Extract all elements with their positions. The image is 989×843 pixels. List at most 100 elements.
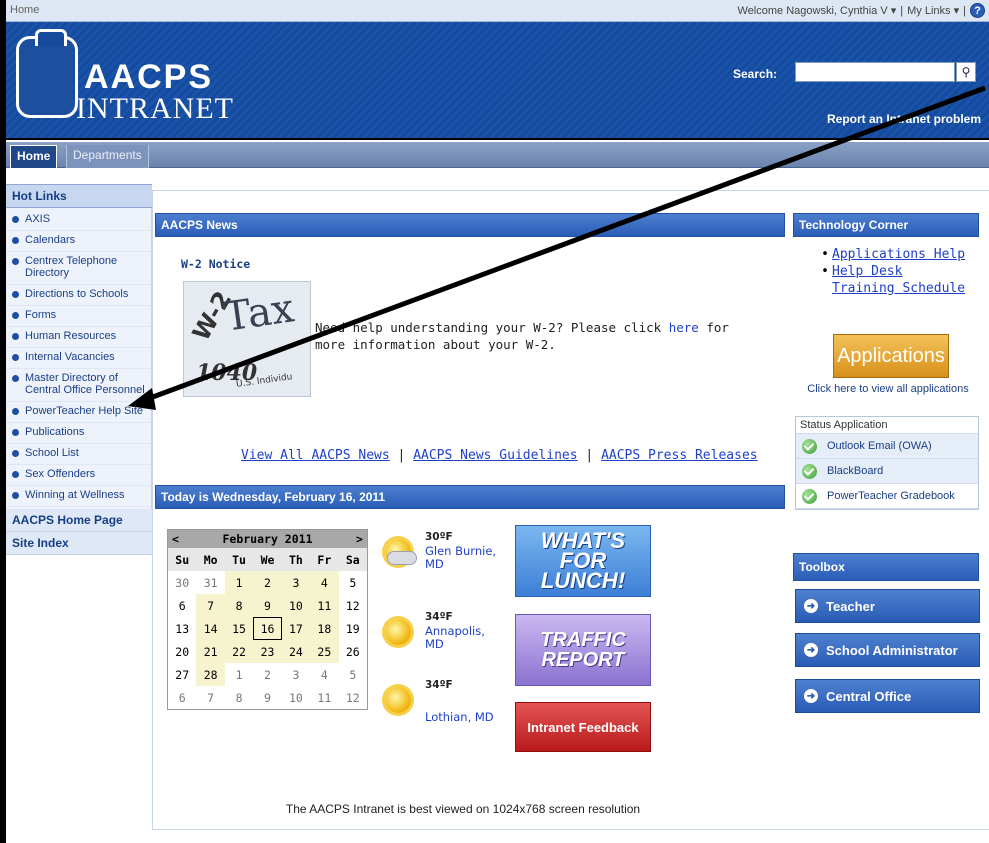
toolbox-central-office-button[interactable]: ➜ Central Office — [795, 679, 980, 713]
calendar-day[interactable]: 18 — [310, 617, 339, 640]
calendar-day[interactable]: 3 — [281, 571, 311, 594]
calendar-day[interactable]: 28 — [196, 663, 225, 686]
toolbox-school-admin-button[interactable]: ➜ School Administrator — [795, 633, 980, 667]
sidebar-item-wellness[interactable]: Winning at Wellness — [6, 486, 151, 507]
calendar-day[interactable]: 12 — [339, 686, 367, 709]
view-all-news-link[interactable]: View All AACPS News — [241, 448, 390, 463]
search-icon[interactable]: ⚲ — [956, 62, 976, 82]
calendar-day[interactable]: 14 — [196, 617, 225, 640]
my-links-menu[interactable]: My Links ▾ — [907, 4, 959, 17]
sidebar-item-label: Publications — [25, 426, 85, 438]
calendar-day[interactable]: 25 — [310, 640, 339, 663]
sidebar-item-directions[interactable]: Directions to Schools — [6, 285, 151, 306]
calendar-day[interactable]: 9 — [253, 594, 282, 617]
sidebar-site-index-link[interactable]: Site Index — [6, 532, 152, 555]
news-here-link[interactable]: here — [669, 320, 699, 335]
calendar-day[interactable]: 26 — [339, 640, 367, 663]
sidebar-item-centrex[interactable]: Centrex Telephone Directory — [6, 252, 151, 285]
calendar-day[interactable]: 15 — [224, 617, 254, 640]
calendar-day[interactable]: 30 — [168, 571, 196, 594]
calendar-day[interactable]: 1 — [224, 571, 254, 594]
weather-city-link[interactable]: Annapolis, MD — [425, 625, 505, 651]
calendar-day[interactable]: 2 — [253, 663, 281, 686]
applications-help-link[interactable]: Applications Help — [832, 246, 965, 263]
sidebar-home-page-link[interactable]: AACPS Home Page — [6, 509, 152, 532]
calendar-day[interactable]: 7 — [196, 594, 225, 617]
calendar-day[interactable]: 27 — [168, 663, 196, 686]
news-guidelines-link[interactable]: AACPS News Guidelines — [413, 448, 577, 463]
calendar-day[interactable]: 11 — [310, 686, 338, 709]
calendar-day[interactable]: 6 — [168, 686, 196, 709]
sidebar-item-label: AXIS — [25, 213, 51, 225]
calendar-day[interactable]: 19 — [339, 617, 367, 640]
tax-form-image[interactable]: W-2 Tax 1040 U.S. Individu — [183, 281, 311, 397]
calendar-day[interactable]: 10 — [282, 686, 310, 709]
calendar-day[interactable]: 12 — [339, 594, 367, 617]
weather-city-link[interactable]: Glen Burnie, MD — [425, 545, 505, 571]
intranet-feedback-button[interactable]: Intranet Feedback — [515, 702, 651, 752]
toolbox-item-label: School Administrator — [826, 642, 958, 658]
calendar-day[interactable]: 9 — [253, 686, 281, 709]
search-input[interactable] — [795, 62, 955, 82]
sidebar-item-powerteacher[interactable]: PowerTeacher Help Site — [6, 402, 151, 423]
sidebar-item-master-directory[interactable]: Master Directory of Central Office Perso… — [6, 369, 151, 402]
sun-icon — [383, 611, 417, 645]
calendar-today[interactable]: 16 — [253, 617, 282, 640]
calendar-day[interactable]: 1 — [225, 663, 253, 686]
press-releases-link[interactable]: AACPS Press Releases — [601, 448, 758, 463]
calendar-day[interactable]: 10 — [281, 594, 311, 617]
sidebar-item-human-resources[interactable]: Human Resources — [6, 327, 151, 348]
sidebar-item-publications[interactable]: Publications — [6, 423, 151, 444]
calendar-day[interactable]: 8 — [225, 686, 253, 709]
weather-city-link[interactable]: Lothian, MD — [425, 711, 505, 724]
calendar-day[interactable]: 23 — [253, 640, 282, 663]
calendar-next-button[interactable]: > — [356, 532, 363, 546]
calendar-day[interactable]: 7 — [196, 686, 224, 709]
calendar-day[interactable]: 20 — [168, 640, 196, 663]
calendar-day[interactable]: 5 — [339, 663, 367, 686]
status-app-link[interactable]: PowerTeacher Gradebook — [827, 490, 955, 502]
calendar-day[interactable]: 21 — [196, 640, 225, 663]
traffic-report-banner[interactable]: TRAFFIC REPORT — [515, 614, 651, 686]
sidebar-item-label: Human Resources — [25, 330, 117, 342]
applications-caption-link[interactable]: Click here to view all applications — [793, 383, 983, 395]
calendar-prev-button[interactable]: < — [172, 532, 179, 546]
news-item-title[interactable]: W-2 Notice — [181, 257, 250, 271]
calendar-day[interactable]: 11 — [310, 594, 339, 617]
sidebar-item-axis[interactable]: AXIS — [6, 210, 151, 231]
calendar-day[interactable]: 4 — [310, 663, 338, 686]
bullet-icon — [12, 258, 19, 265]
welcome-menu[interactable]: Welcome Nagowski, Cynthia V ▾ — [738, 4, 897, 17]
tab-departments[interactable]: Departments — [66, 145, 149, 168]
status-app-link[interactable]: Outlook Email (OWA) — [827, 440, 932, 452]
calendar-day[interactable]: 13 — [168, 617, 196, 640]
news-links: View All AACPS News | AACPS News Guideli… — [241, 448, 758, 463]
sidebar-item-label: Sex Offenders — [25, 468, 96, 480]
help-desk-training-link[interactable]: Help Desk Training Schedule — [832, 263, 968, 297]
sidebar-item-sex-offenders[interactable]: Sex Offenders — [6, 465, 151, 486]
calendar-day[interactable]: 24 — [281, 640, 311, 663]
calendar-day[interactable]: 6 — [168, 594, 196, 617]
calendar-day[interactable]: 2 — [253, 571, 282, 594]
calendar-day[interactable]: 8 — [224, 594, 254, 617]
calendar-day[interactable]: 22 — [224, 640, 254, 663]
tab-home[interactable]: Home — [10, 145, 58, 168]
help-icon[interactable]: ? — [970, 3, 985, 18]
report-problem-link[interactable]: Report an Intranet problem — [827, 112, 981, 126]
calendar-day[interactable]: 5 — [339, 571, 367, 594]
breadcrumb[interactable]: Home — [10, 4, 39, 16]
sidebar-item-calendars[interactable]: Calendars — [6, 231, 151, 252]
sidebar-item-forms[interactable]: Forms — [6, 306, 151, 327]
news-body: Need help understanding your W-2? Please… — [315, 319, 755, 353]
calendar-day[interactable]: 31 — [196, 571, 224, 594]
applications-button[interactable]: Applications — [833, 334, 949, 378]
status-app-link[interactable]: BlackBoard — [827, 465, 883, 477]
calendar-day[interactable]: 4 — [310, 571, 339, 594]
toolbox-teacher-button[interactable]: ➜ Teacher — [795, 589, 980, 623]
whats-for-lunch-banner[interactable]: WHAT'S FOR LUNCH! — [515, 525, 651, 597]
logo-subtitle[interactable]: INTRANET — [76, 92, 234, 126]
calendar-day[interactable]: 17 — [281, 617, 311, 640]
calendar-day[interactable]: 3 — [282, 663, 310, 686]
sidebar-item-school-list[interactable]: School List — [6, 444, 151, 465]
sidebar-item-internal-vacancies[interactable]: Internal Vacancies — [6, 348, 151, 369]
